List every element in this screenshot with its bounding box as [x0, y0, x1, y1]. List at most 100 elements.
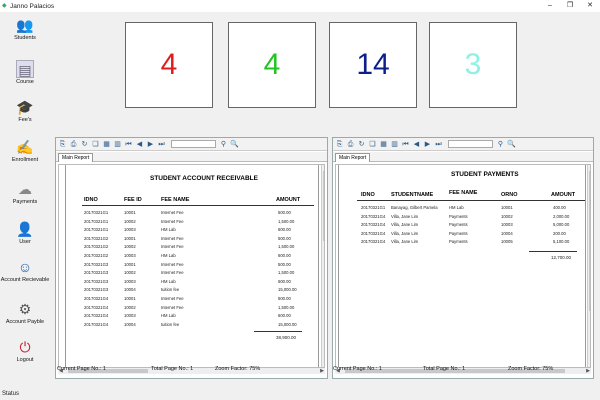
sidebar-item-students[interactable]: 👥 Students — [0, 16, 50, 41]
table-cell: Villa, Jane Lim — [391, 222, 419, 228]
close-button[interactable]: ✕ — [580, 0, 600, 12]
table-cell: 10003 — [501, 222, 513, 228]
copy-icon[interactable]: ❏ — [91, 140, 100, 149]
table-cell: Banayag, Gilbert Pamela — [391, 205, 438, 210]
column-header: AMOUNT — [276, 197, 301, 203]
stat-value: 4 — [263, 48, 281, 81]
sidebar-item-label: Account Payble — [5, 319, 45, 325]
table-cell: 10001 — [124, 235, 136, 241]
first-page-icon[interactable]: ⏮ — [124, 140, 133, 149]
sidebar-item-account-receivable[interactable]: ☺ Account Recievable — [0, 258, 50, 283]
tab-main-report[interactable]: Main Report — [335, 153, 371, 162]
table-cell: HM Lab — [161, 227, 176, 233]
logout-icon: ⏻ — [19, 339, 31, 355]
minimize-button[interactable]: – — [540, 0, 560, 12]
prev-page-icon[interactable]: ◀ — [135, 140, 144, 149]
table-cell: 20170321G2 — [84, 244, 109, 250]
sidebar-item-logout[interactable]: ⏻ Logout — [0, 338, 50, 363]
table-cell: 20170321G1 — [84, 227, 109, 233]
table-cell: Payments — [449, 230, 468, 236]
table-cell: 5,100.00 — [553, 239, 570, 245]
payments-icon: ☁ — [18, 181, 32, 197]
table-cell: 10001 — [124, 210, 136, 215]
export-icon[interactable]: ⎘ — [58, 140, 67, 149]
table-cell: 20170321G4 — [84, 321, 109, 327]
sidebar-item-fees[interactable]: 🎓 Fee's — [0, 98, 50, 123]
table-cell: 20170321G1 — [84, 218, 109, 224]
report-total: 38,900.00 — [276, 335, 297, 340]
print-icon[interactable]: ⎙ — [346, 140, 355, 149]
table-cell: 10002 — [124, 304, 136, 310]
table-cell: 20170321G3 — [84, 261, 109, 267]
restore-button[interactable]: ❐ — [560, 0, 580, 12]
header-rule — [357, 200, 585, 201]
zoom-factor-status: Zoom Factor: 75% — [508, 366, 554, 372]
table-cell: 10001 — [124, 296, 136, 301]
prev-page-icon[interactable]: ◀ — [412, 140, 421, 149]
vertical-scrollbar[interactable] — [321, 165, 324, 367]
first-page-icon[interactable]: ⏮ — [401, 140, 410, 149]
table-cell: HM Lab — [449, 205, 464, 210]
table-cell: Villa, Jane Lim — [391, 213, 419, 219]
print-icon[interactable]: ⎙ — [69, 140, 78, 149]
sidebar-item-label: Account Recievable — [0, 277, 50, 283]
report-canvas: STUDENT ACCOUNT RECEIVABLE IDNO FEE ID F… — [58, 164, 325, 368]
tab-main-report[interactable]: Main Report — [58, 153, 94, 162]
sidebar-item-label: User — [19, 239, 31, 245]
table-cell: Payments — [449, 222, 468, 228]
sidebar-item-enrollment[interactable]: ✍ Enrollment — [0, 138, 50, 163]
last-page-icon[interactable]: ⏭ — [434, 140, 443, 149]
stat-value: 4 — [160, 48, 178, 81]
zoom-icon[interactable]: 🔍 — [230, 140, 239, 149]
table-cell: 1,500.00 — [278, 270, 295, 276]
last-page-icon[interactable]: ⏭ — [157, 140, 166, 149]
table-cell: Villa, Jane Lim — [391, 230, 419, 236]
sidebar-item-label: Enrollment — [11, 157, 39, 163]
enrollment-icon: ✍ — [16, 139, 34, 155]
current-page-status: Current Page No.: 1 — [333, 366, 382, 372]
user-icon: 👤 — [16, 221, 34, 237]
column-header: FEE NAME — [161, 197, 190, 203]
sidebar-item-account-payable[interactable]: ⚙ Account Payble — [0, 300, 50, 325]
column-header: STUDENTNAME — [391, 192, 434, 198]
sidebar-item-course[interactable]: ▤ Course — [0, 60, 50, 85]
report-title: STUDENT ACCOUNT RECEIVABLE — [150, 175, 258, 182]
table-cell: 10002 — [124, 270, 136, 276]
report-title: STUDENT PAYMENTS — [451, 171, 519, 178]
page-icon[interactable]: ▥ — [113, 140, 122, 149]
table-cell: Internet Fee — [161, 304, 184, 310]
next-page-icon[interactable]: ▶ — [423, 140, 432, 149]
binoculars-icon[interactable]: ⚲ — [219, 140, 228, 149]
sidebar-item-payments[interactable]: ☁ Payments — [0, 180, 50, 205]
stat-card-courses: 4 — [228, 22, 316, 108]
table-cell: 20170321G4 — [361, 230, 386, 236]
binoculars-icon[interactable]: ⚲ — [496, 140, 505, 149]
table-cell: 1,500.00 — [278, 304, 295, 310]
table-cell: 1,500.00 — [278, 218, 295, 224]
stat-value: 3 — [464, 48, 482, 81]
stat-card-students: 4 — [125, 22, 213, 108]
table-cell: 20170321G1 — [361, 205, 386, 210]
total-rule — [254, 331, 302, 332]
next-page-icon[interactable]: ▶ — [146, 140, 155, 149]
page-input[interactable] — [448, 140, 493, 148]
column-header: AMOUNT — [551, 192, 576, 198]
app-status-bar: Status — [2, 391, 20, 397]
vertical-scrollbar[interactable] — [587, 165, 590, 367]
page-input[interactable] — [171, 140, 216, 148]
table-cell: tuition fee — [161, 287, 180, 293]
copy-icon[interactable]: ❏ — [368, 140, 377, 149]
page-icon[interactable]: ▥ — [390, 140, 399, 149]
refresh-icon[interactable]: ↻ — [80, 140, 89, 149]
sidebar-item-user[interactable]: 👤 User — [0, 220, 50, 245]
refresh-icon[interactable]: ↻ — [357, 140, 366, 149]
current-page-status: Current Page No.: 1 — [57, 366, 106, 372]
zoom-icon[interactable]: 🔍 — [507, 140, 516, 149]
table-cell: 500.00 — [278, 235, 291, 241]
table-cell: 600.00 — [278, 278, 291, 284]
report-canvas: STUDENT PAYMENTS IDNO STUDENTNAME FEE NA… — [335, 164, 591, 368]
group-tree-icon[interactable]: ▦ — [102, 140, 111, 149]
export-icon[interactable]: ⎘ — [335, 140, 344, 149]
table-cell: 20170321G4 — [361, 213, 386, 219]
group-tree-icon[interactable]: ▦ — [379, 140, 388, 149]
